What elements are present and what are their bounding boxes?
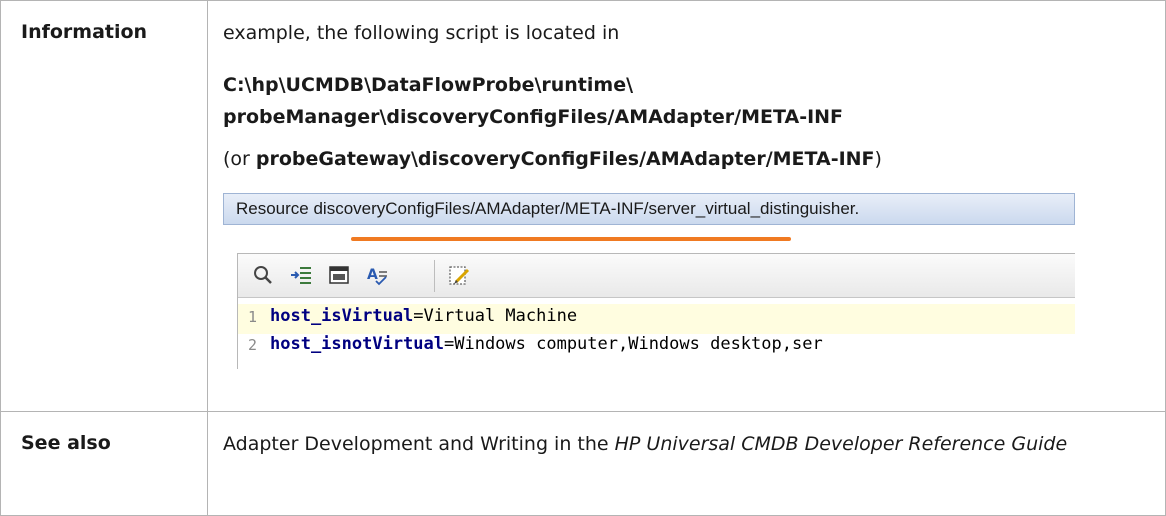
resource-title-bar: Resource discoveryConfigFiles/AMAdapter/… <box>223 193 1075 225</box>
code-key: host_isVirtual <box>270 306 414 326</box>
alt-path-text: (or probeGateway\discoveryConfigFiles/AM… <box>223 133 1165 175</box>
see-also-row: See also Adapter Development and Writing… <box>0 410 1166 516</box>
information-row: Information example, the following scrip… <box>0 0 1166 412</box>
information-content: example, the following script is located… <box>207 0 1166 412</box>
info-table: Information example, the following scrip… <box>0 0 1166 516</box>
script-path: C:\hp\UCMDB\DataFlowProbe\runtime\ probe… <box>223 49 1165 133</box>
see-also-text: Adapter Development and Writing in the H… <box>223 412 1165 460</box>
indent-icon <box>291 267 311 284</box>
window-icon <box>329 266 349 284</box>
code-value: =Virtual Machine <box>413 306 578 326</box>
editor-toolbar: A <box>238 254 1075 298</box>
edit-note-icon <box>449 266 470 285</box>
script-path-line2: probeManager\discoveryConfigFiles/AMAdap… <box>223 106 844 128</box>
alt-path-prefix: (or <box>223 148 256 170</box>
script-path-line1: C:\hp\UCMDB\DataFlowProbe\runtime\ <box>223 74 634 96</box>
code-editor: 1 host_isVirtual=Virtual Machine 2 host_… <box>238 298 1075 369</box>
embedded-screenshot: Resource discoveryConfigFiles/AMAdapter/… <box>223 193 1075 369</box>
line-number: 1 <box>248 308 258 326</box>
guide-reference[interactable]: HP Universal CMDB Developer Reference Gu… <box>615 433 1068 455</box>
toolbar-separator <box>434 260 435 292</box>
resource-editor: A 1 host_isVirtual=Virtual Machine 2 hos… <box>237 253 1075 369</box>
highlight-underline <box>351 237 791 241</box>
code-line-1: host_isVirtual=Virtual Machine <box>270 306 577 326</box>
see-also-label: See also <box>0 410 208 516</box>
svg-text:A: A <box>367 267 378 283</box>
alt-path: probeGateway\discoveryConfigFiles/AMAdap… <box>255 148 875 170</box>
search-icon <box>254 266 272 284</box>
code-line-2: host_isnotVirtual=Windows computer,Windo… <box>270 334 823 354</box>
information-label: Information <box>0 0 208 412</box>
spell-check-icon: A <box>367 267 387 286</box>
code-key: host_isnotVirtual <box>270 334 444 354</box>
code-value: =Windows computer,Windows desktop,ser <box>444 334 823 354</box>
see-also-plain: Adapter Development and Writing in the <box>223 432 615 455</box>
alt-path-suffix: ) <box>874 148 882 170</box>
line-number: 2 <box>248 336 258 354</box>
see-also-content: Adapter Development and Writing in the H… <box>207 410 1166 516</box>
intro-text: example, the following script is located… <box>223 22 620 44</box>
